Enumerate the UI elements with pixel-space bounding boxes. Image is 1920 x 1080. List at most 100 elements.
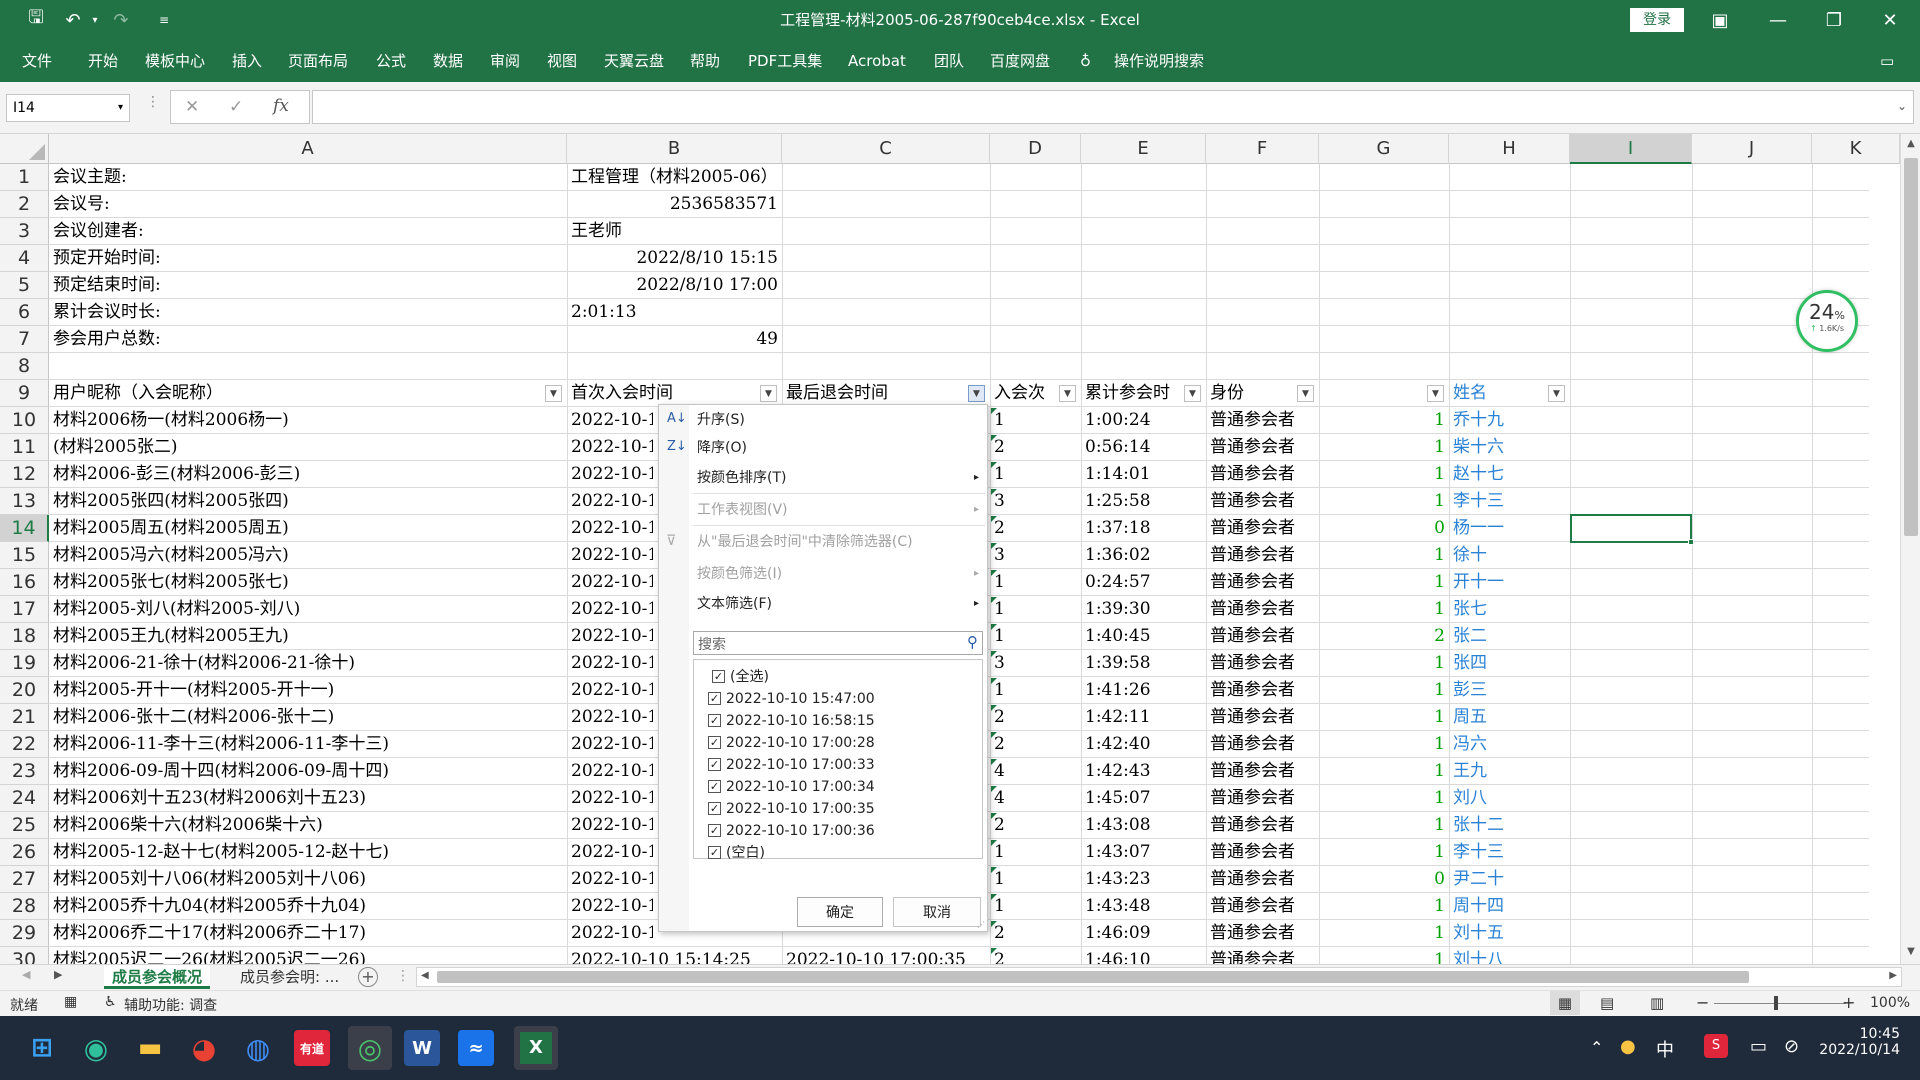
info-label[interactable]: 累计会议时长:: [53, 299, 563, 326]
cell-first-join[interactable]: 2022-10-1: [571, 488, 653, 515]
cell-join-count[interactable]: 1: [994, 596, 1077, 623]
cell-duration[interactable]: 1:40:45: [1085, 623, 1202, 650]
edge-icon[interactable]: ◉: [74, 1026, 118, 1070]
cell-join-count[interactable]: 1: [994, 461, 1077, 488]
column-header-j[interactable]: J: [1692, 134, 1812, 164]
scroll-left-icon[interactable]: ◀: [421, 970, 429, 981]
cell-join-count[interactable]: 1: [994, 839, 1077, 866]
cell-duration[interactable]: 1:39:58: [1085, 650, 1202, 677]
cell-role[interactable]: 普通参会者: [1210, 704, 1315, 731]
filter-ok-button[interactable]: 确定: [797, 897, 883, 927]
youdao-icon[interactable]: 有道: [294, 1030, 330, 1066]
active-cell-i14[interactable]: [1570, 514, 1694, 545]
zoom-in-icon[interactable]: +: [1842, 993, 1855, 1012]
cell-g-value[interactable]: 1: [1323, 947, 1445, 964]
tab-formulas[interactable]: 公式: [376, 48, 406, 74]
row-header-8[interactable]: 8: [0, 353, 49, 380]
cell-first-join[interactable]: 2022-10-1: [571, 515, 653, 542]
add-sheet-icon[interactable]: +: [358, 967, 378, 987]
table-header-cell[interactable]: 姓名: [1453, 380, 1546, 407]
cell-name[interactable]: 周五: [1453, 704, 1566, 731]
cell-role[interactable]: 普通参会者: [1210, 461, 1315, 488]
info-label[interactable]: 会议主题:: [53, 164, 563, 191]
row-header-2[interactable]: 2: [0, 191, 49, 218]
word-icon[interactable]: W: [404, 1030, 440, 1066]
scroll-down-icon[interactable]: ▼: [1903, 946, 1919, 960]
select-all-corner[interactable]: [0, 134, 49, 164]
filter-checkbox[interactable]: ✓: [708, 824, 721, 837]
tab-file[interactable]: 文件: [22, 48, 52, 74]
green-app-icon[interactable]: ◎: [348, 1026, 392, 1070]
tab-pdf[interactable]: PDF工具集: [748, 48, 822, 74]
cell-nickname[interactable]: 材料2006-11-李十三(材料2006-11-李十三): [53, 731, 563, 758]
filter-search-input[interactable]: 搜索 ⚲: [693, 631, 983, 655]
cell-join-count[interactable]: 2: [994, 704, 1077, 731]
cell-name[interactable]: 张十二: [1453, 812, 1566, 839]
row-header-7[interactable]: 7: [0, 326, 49, 353]
table-header-cell[interactable]: 首次入会时间: [571, 380, 758, 407]
tab-view[interactable]: 视图: [547, 48, 577, 74]
tab-baidu[interactable]: 百度网盘: [990, 48, 1050, 74]
row-header-9[interactable]: 9: [0, 380, 49, 407]
column-header-b[interactable]: B: [567, 134, 782, 164]
file-explorer-icon[interactable]: ▬: [128, 1026, 172, 1070]
filter-dropdown-button-c[interactable]: ▼: [968, 385, 985, 402]
cell-name[interactable]: 尹二十: [1453, 866, 1566, 893]
info-value[interactable]: 49: [571, 326, 778, 353]
table-header-cell[interactable]: [1323, 380, 1425, 407]
cell-duration[interactable]: 1:36:02: [1085, 542, 1202, 569]
cell-role[interactable]: 普通参会者: [1210, 758, 1315, 785]
cell-role[interactable]: 普通参会者: [1210, 434, 1315, 461]
cell-nickname[interactable]: (材料2005张二): [53, 434, 563, 461]
column-header-k[interactable]: K: [1812, 134, 1900, 164]
column-header-g[interactable]: G: [1319, 134, 1449, 164]
cell-nickname[interactable]: 材料2005-开十一(材料2005-开十一): [53, 677, 563, 704]
info-value[interactable]: 2022/8/10 15:15: [571, 245, 778, 272]
column-header-i[interactable]: I: [1570, 134, 1692, 164]
horizontal-scroll-thumb[interactable]: [437, 971, 1749, 983]
cell-role[interactable]: 普通参会者: [1210, 677, 1315, 704]
cell-join-count[interactable]: 4: [994, 785, 1077, 812]
row-header-28[interactable]: 28: [0, 893, 49, 920]
row-header-30[interactable]: 30: [0, 947, 49, 964]
cell-role[interactable]: 普通参会者: [1210, 407, 1315, 434]
tray-expand-icon[interactable]: ⌃: [1590, 1038, 1603, 1057]
cell-role[interactable]: 普通参会者: [1210, 596, 1315, 623]
cell-name[interactable]: 刘八: [1453, 785, 1566, 812]
cell-role[interactable]: 普通参会者: [1210, 947, 1315, 964]
cell-nickname[interactable]: 材料2006-09-周十四(材料2006-09-周十四): [53, 758, 563, 785]
cell-first-join[interactable]: 2022-10-1: [571, 731, 653, 758]
filter-dropdown-button-a[interactable]: ▼: [545, 385, 562, 402]
cell-role[interactable]: 普通参会者: [1210, 488, 1315, 515]
cell-g-value[interactable]: 0: [1323, 515, 1445, 542]
filter-checkbox[interactable]: ✓: [712, 670, 725, 683]
cell-g-value[interactable]: 1: [1323, 407, 1445, 434]
zoom-out-icon[interactable]: −: [1696, 993, 1709, 1012]
cell-g-value[interactable]: 1: [1323, 677, 1445, 704]
cell-name[interactable]: 刘十八: [1453, 947, 1566, 964]
cell-join-count[interactable]: 1: [994, 407, 1077, 434]
tab-home[interactable]: 开始: [88, 48, 118, 74]
cell-duration[interactable]: 1:42:11: [1085, 704, 1202, 731]
cell-join-count[interactable]: 3: [994, 488, 1077, 515]
info-label[interactable]: 参会用户总数:: [53, 326, 563, 353]
cell-join-count[interactable]: 3: [994, 542, 1077, 569]
sort-descending-item[interactable]: 降序(O): [697, 437, 747, 459]
undo-dropdown-icon[interactable]: ▾: [88, 0, 102, 40]
vertical-scroll-thumb[interactable]: [1904, 158, 1918, 536]
zoom-level[interactable]: 100%: [1870, 995, 1910, 1011]
cell-nickname[interactable]: 材料2005王九(材料2005王九): [53, 623, 563, 650]
filter-dropdown-button-g[interactable]: ▼: [1427, 385, 1444, 402]
sogou-icon[interactable]: S: [1704, 1034, 1728, 1058]
cell-nickname[interactable]: 材料2006柴十六(材料2006柴十六): [53, 812, 563, 839]
customize-toolbar-icon[interactable]: ≡: [156, 0, 172, 40]
cell-g-value[interactable]: 1: [1323, 650, 1445, 677]
cell-join-count[interactable]: 1: [994, 893, 1077, 920]
row-header-29[interactable]: 29: [0, 920, 49, 947]
cell-duration[interactable]: 1:00:24: [1085, 407, 1202, 434]
cell-g-value[interactable]: 1: [1323, 839, 1445, 866]
cell-first-join[interactable]: 2022-10-1: [571, 893, 653, 920]
cell-name[interactable]: 杨一一: [1453, 515, 1566, 542]
cell-g-value[interactable]: 1: [1323, 569, 1445, 596]
zoom-slider[interactable]: [1714, 1003, 1846, 1004]
